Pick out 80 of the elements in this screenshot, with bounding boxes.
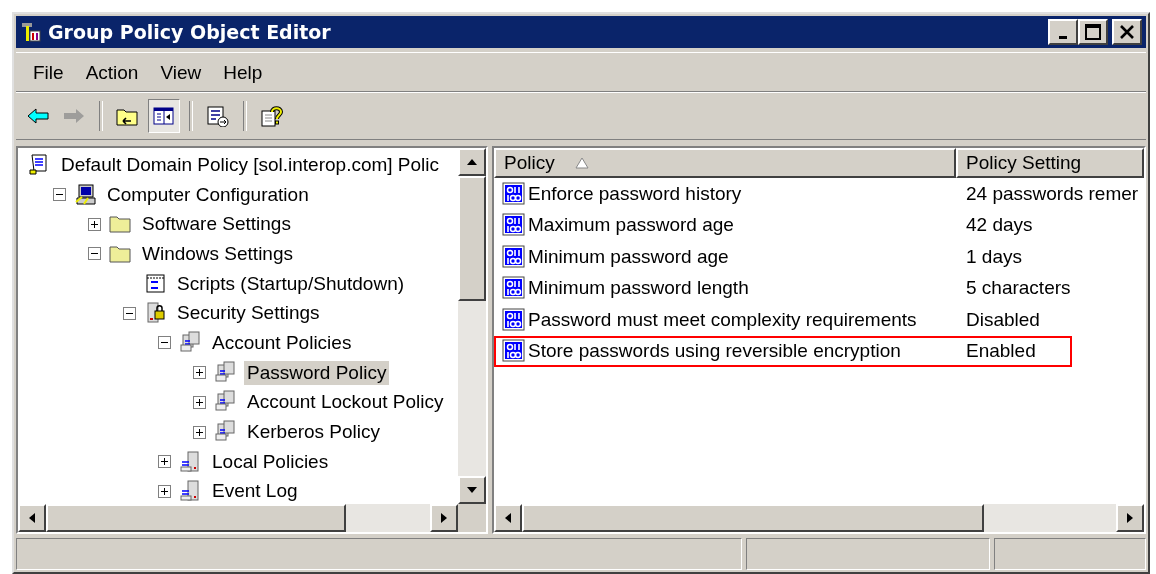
menu-item[interactable]: File (22, 60, 75, 86)
window-title: Group Policy Object Editor (48, 21, 332, 43)
servers-icon (214, 360, 238, 385)
policy-icon (502, 213, 526, 238)
column-header[interactable]: Policy (494, 148, 956, 178)
policy-setting: 24 passwords remer (966, 182, 1139, 205)
plus-icon (194, 396, 205, 408)
scroll-right-icon (440, 512, 448, 524)
collapse-toggle[interactable] (123, 306, 136, 320)
plus-icon (194, 367, 205, 379)
plus-icon (159, 485, 170, 497)
close-icon (1119, 25, 1135, 39)
servers-icon (179, 330, 203, 355)
tree-item[interactable]: Local Policies (209, 449, 332, 474)
tree-item[interactable]: Event Log (209, 479, 301, 504)
list-export-icon (206, 105, 230, 127)
close-button[interactable] (1112, 19, 1142, 45)
scroll-left-icon (504, 512, 512, 524)
maximize-icon (1085, 24, 1101, 40)
policy-name[interactable]: Enforce password history (528, 182, 742, 205)
tree-item[interactable]: Password Policy (244, 360, 390, 385)
policy-name[interactable]: Maximum password age (528, 214, 734, 237)
column-header[interactable]: Policy Setting (956, 148, 1144, 178)
expand-toggle[interactable] (193, 395, 206, 409)
back-arrow-icon (26, 105, 50, 127)
collapse-toggle[interactable] (53, 188, 66, 202)
plus-icon (89, 218, 100, 230)
tree-item[interactable]: Account Policies (209, 330, 355, 355)
script-icon (144, 271, 168, 296)
scroll-up-icon (466, 158, 478, 166)
maximize-button[interactable] (1078, 19, 1108, 45)
tree-item[interactable]: Kerberos Policy (244, 420, 384, 445)
policy-name[interactable]: Password must meet complexity requirements (528, 308, 917, 331)
policy-icon (502, 307, 526, 332)
server-lock-icon (144, 301, 168, 326)
pane-icon (152, 105, 176, 127)
vertical-scrollbar[interactable] (458, 148, 486, 504)
scroll-right-icon (1126, 512, 1134, 524)
plus-icon (159, 456, 170, 468)
tree-item[interactable]: Scripts (Startup/Shutdown) (174, 271, 408, 296)
menu-item[interactable]: Action (74, 60, 150, 86)
policy-icon (502, 244, 526, 269)
policy-name[interactable]: Minimum password age (528, 245, 729, 268)
tree-item[interactable]: Default Domain Policy [sol.interop.com] Polic (58, 152, 443, 177)
policy-icon (502, 339, 526, 364)
policy-icon (502, 181, 526, 206)
scroll-down-icon (466, 486, 478, 494)
computer-icon (74, 182, 98, 207)
plus-icon (194, 426, 205, 438)
expand-toggle[interactable] (158, 455, 171, 469)
horizontal-scrollbar[interactable] (18, 504, 486, 532)
expand-toggle[interactable] (158, 484, 171, 498)
horizontal-scrollbar[interactable] (494, 504, 1144, 532)
policy-icon (502, 276, 526, 301)
tree-item[interactable]: Software Settings (139, 212, 294, 237)
minimize-button[interactable] (1048, 19, 1078, 45)
collapse-toggle[interactable] (88, 247, 101, 261)
menu-item[interactable]: View (149, 60, 213, 86)
collapse-toggle[interactable] (158, 336, 171, 350)
scroll-left-icon (28, 512, 36, 524)
tree-item[interactable]: Windows Settings (139, 241, 296, 266)
policy-name[interactable]: Minimum password length (528, 277, 749, 300)
policy-setting: Enabled (966, 340, 1036, 363)
policy-setting: 5 characters (966, 277, 1071, 300)
menu-item[interactable]: Help (212, 60, 274, 86)
minimize-icon (1059, 35, 1067, 39)
expand-toggle[interactable] (88, 217, 101, 231)
tree-item[interactable]: Security Settings (174, 301, 323, 326)
hammer-icon (20, 21, 42, 43)
policy-setting: Disabled (966, 308, 1040, 331)
policy-setting: 42 days (966, 214, 1033, 237)
expand-toggle[interactable] (193, 425, 206, 439)
tree-item[interactable]: Computer Configuration (104, 182, 312, 207)
help-icon (260, 105, 284, 127)
tree-item[interactable]: Account Lockout Policy (244, 390, 447, 415)
policy-name[interactable]: Store passwords using reversible encryption (528, 340, 901, 363)
toolbar-button[interactable] (148, 99, 180, 133)
expand-toggle[interactable] (193, 366, 206, 380)
policy-setting: 1 days (966, 245, 1022, 268)
scrollbar-corner (458, 504, 486, 532)
